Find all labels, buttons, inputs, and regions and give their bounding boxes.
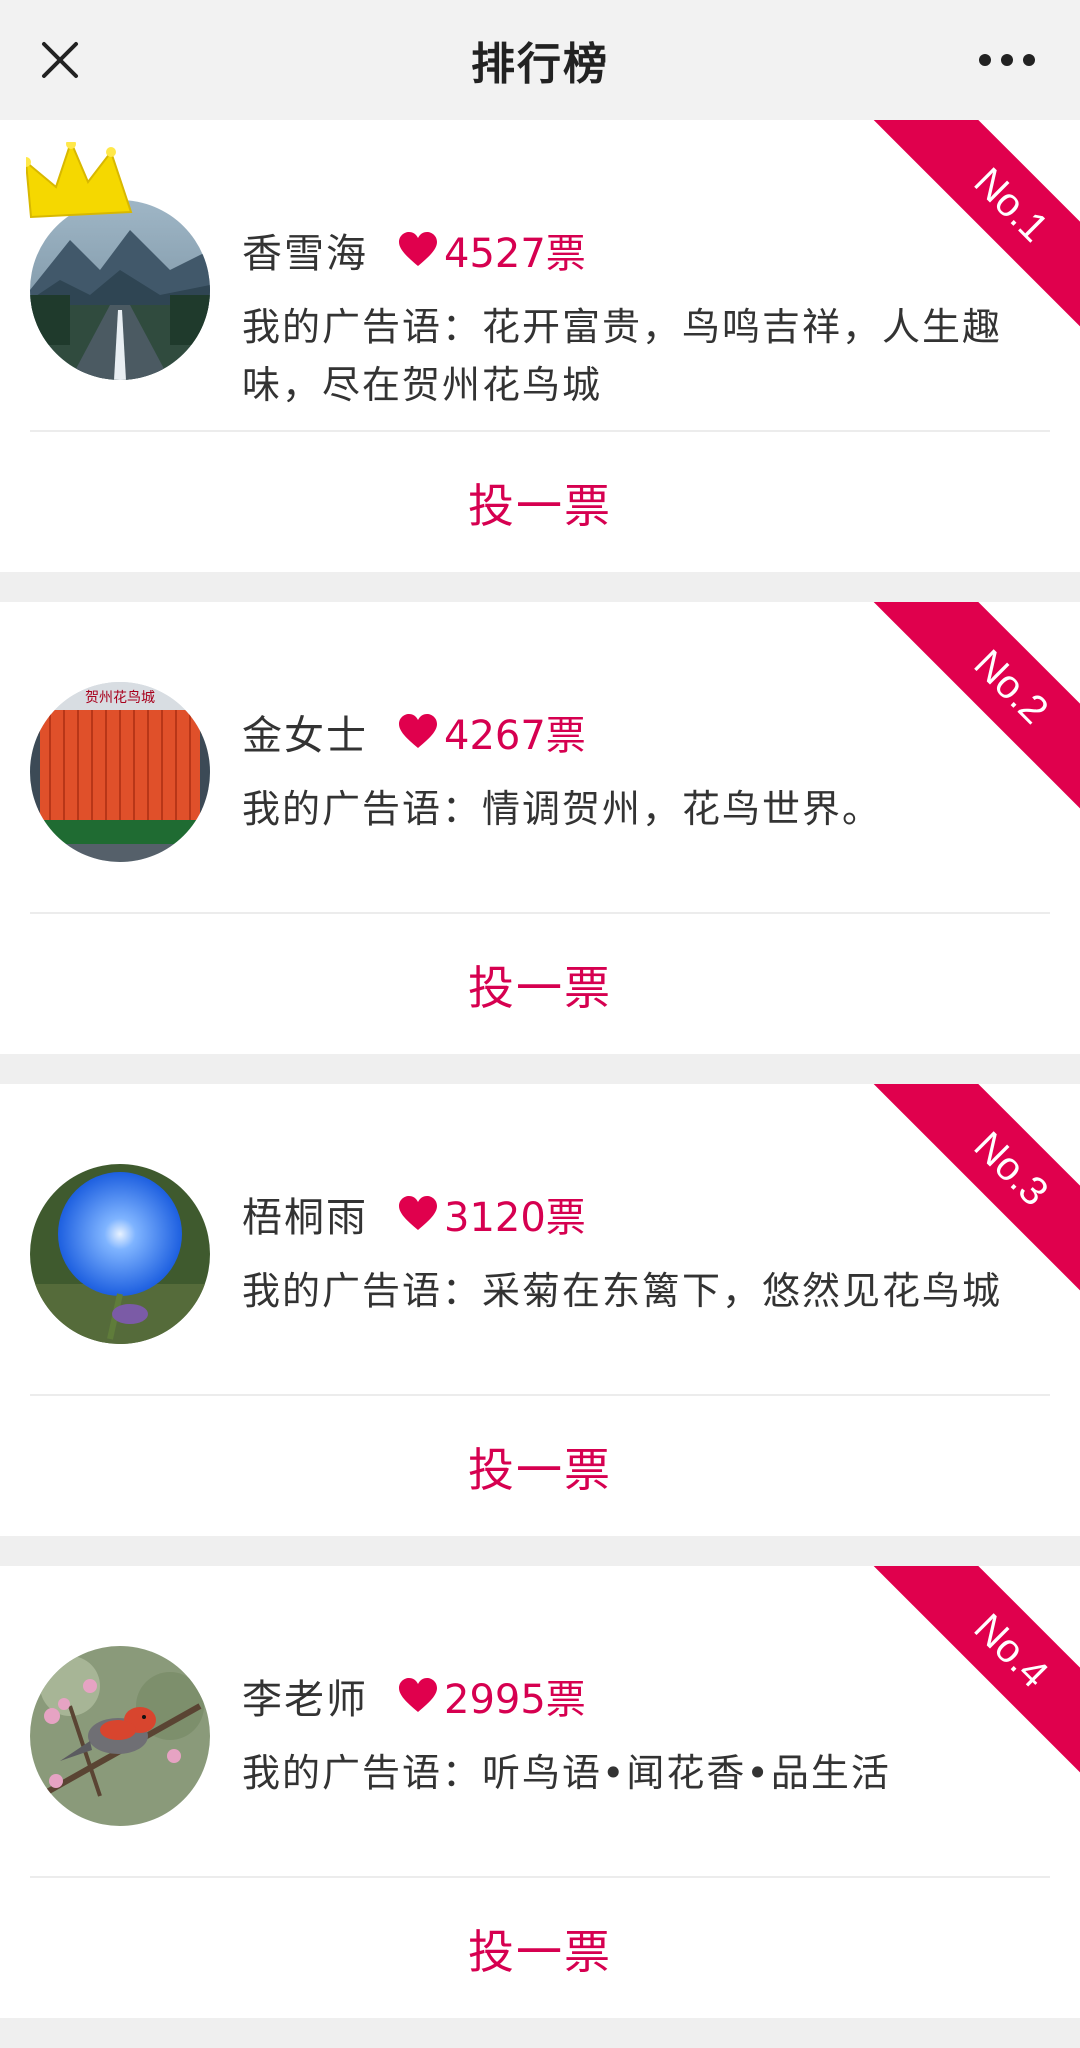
card-gap (0, 572, 1080, 602)
bird-on-blossom-branch-avatar (30, 1646, 210, 1826)
entry-info: 金女士 4267票 我的广告语：情调贺州，花鸟世界。 (242, 702, 1040, 838)
name-row: 金女士 4267票 (242, 702, 1040, 762)
flower-market-building-avatar: 贺州花鸟城 (30, 682, 210, 862)
avatar[interactable] (26, 142, 210, 380)
top-bar: 排行榜 (0, 0, 1080, 120)
heart-icon (399, 1678, 437, 1712)
ranking-list: No.1 香雪海 4527票 我的广告语：花开富贵，鸟鸣吉祥，人生趣味，尽在贺州… (0, 120, 1080, 2048)
entry-info: 李老师 2995票 我的广告语：听鸟语•闻花香•品生活 (242, 1666, 1040, 1802)
avatar[interactable] (30, 1646, 210, 1826)
vote-button[interactable]: 投一票 (0, 1880, 1080, 2018)
divider (30, 430, 1050, 432)
name-row: 香雪海 4527票 (242, 220, 1040, 280)
heart-icon (399, 1196, 437, 1230)
card-gap (0, 1536, 1080, 1566)
heart-icon (399, 232, 437, 266)
slogan-text: 我的广告语：花开富贵，鸟鸣吉祥，人生趣味，尽在贺州花鸟城 (242, 305, 1003, 407)
slogan-text: 我的广告语：听鸟语•闻花香•品生活 (242, 1751, 891, 1795)
entry-name: 梧桐雨 (242, 1195, 368, 1241)
vote-button[interactable]: 投一票 (0, 434, 1080, 572)
avatar[interactable]: 贺州花鸟城 (30, 682, 210, 862)
entry-info: 香雪海 4527票 我的广告语：花开富贵，鸟鸣吉祥，人生趣味，尽在贺州花鸟城 (242, 220, 1040, 414)
mountain-road-avatar (30, 200, 210, 380)
ranking-card: No.2 贺州花鸟城 金女士 4267票 我的广告语：情调贺州，花鸟世界。 投一… (0, 602, 1080, 1054)
name-row: 梧桐雨 3120票 (242, 1184, 1040, 1244)
vote-count: 3120票 (444, 1195, 586, 1241)
blue-morning-glory-avatar (30, 1164, 210, 1344)
ranking-card: No.1 香雪海 4527票 我的广告语：花开富贵，鸟鸣吉祥，人生趣味，尽在贺州… (0, 120, 1080, 572)
more-dots-icon[interactable] (962, 28, 1052, 92)
avatar[interactable] (30, 1164, 210, 1344)
name-row: 李老师 2995票 (242, 1666, 1040, 1726)
entry-info: 梧桐雨 3120票 我的广告语：采菊在东篱下，悠然见花鸟城 (242, 1184, 1040, 1320)
close-icon[interactable] (28, 28, 92, 92)
slogan-text: 我的广告语：情调贺州，花鸟世界。 (242, 787, 883, 831)
divider (30, 1394, 1050, 1396)
ranking-card: No.3 梧桐雨 3120票 我的广告语：采菊在东篱下，悠然见花鸟城 投一票 (0, 1084, 1080, 1536)
building-sign-text: 贺州花鸟城 (85, 690, 155, 706)
entry-name: 李老师 (242, 1677, 368, 1723)
card-gap (0, 1054, 1080, 1084)
entry-name: 香雪海 (242, 231, 368, 277)
card-gap (0, 2018, 1080, 2048)
vote-count: 4267票 (444, 713, 586, 759)
heart-icon (399, 714, 437, 748)
entry-name: 金女士 (242, 713, 368, 759)
slogan-text: 我的广告语：采菊在东篱下，悠然见花鸟城 (242, 1269, 1003, 1313)
vote-count: 4527票 (444, 231, 586, 277)
vote-button[interactable]: 投一票 (0, 1398, 1080, 1536)
page-title: 排行榜 (471, 39, 609, 90)
vote-button[interactable]: 投一票 (0, 916, 1080, 1054)
crown-icon (26, 142, 133, 219)
ranking-card: No.4 李老师 2995票 我的广告语：听鸟语•闻花香•品生活 投一票 (0, 1566, 1080, 2018)
vote-count: 2995票 (444, 1677, 586, 1723)
divider (30, 912, 1050, 914)
